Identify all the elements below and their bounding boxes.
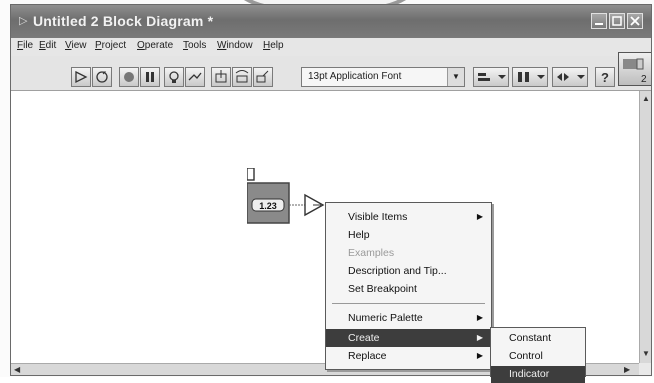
window-title: Untitled 2 Block Diagram * — [33, 13, 214, 29]
menu-separator — [332, 303, 485, 304]
submenu-arrow-icon: ▶ — [476, 333, 483, 342]
scroll-left-icon[interactable]: ◀ — [14, 365, 20, 374]
toolbar: 13pt Application Font ▼ ? — [11, 56, 651, 91]
reorder-icon[interactable] — [552, 67, 588, 87]
scroll-right-icon[interactable]: ▶ — [624, 365, 630, 374]
vi-icon[interactable]: 2 — [618, 52, 651, 86]
close-button[interactable] — [627, 13, 643, 29]
distribute-objects-icon[interactable] — [512, 67, 548, 87]
menu-item-label: Replace — [348, 350, 387, 362]
run-icon[interactable] — [71, 67, 91, 87]
submenu-item-label: Control — [509, 350, 543, 362]
chevron-down-icon: ▼ — [447, 68, 464, 86]
title-bar[interactable]: ▷ Untitled 2 Block Diagram * — [11, 5, 651, 38]
menu-item-help[interactable]: Help — [326, 226, 491, 244]
context-menu: Visible Items ▶ Help Examples Descriptio… — [325, 202, 492, 370]
font-selector-value: 13pt Application Font — [308, 71, 402, 82]
retain-wire-values-icon[interactable] — [185, 67, 205, 87]
menu-project[interactable]: Project — [95, 40, 126, 51]
menu-item-label: Create — [348, 332, 380, 344]
step-over-icon[interactable] — [232, 67, 252, 87]
menu-item-replace[interactable]: Replace ▶ — [326, 347, 491, 365]
highlight-execution-icon[interactable] — [164, 67, 184, 87]
menu-view[interactable]: View — [65, 40, 87, 51]
submenu-item-control[interactable]: Control — [491, 348, 585, 365]
menu-tools[interactable]: Tools — [183, 40, 206, 51]
pause-icon[interactable] — [140, 67, 160, 87]
menu-item-label: Help — [348, 229, 370, 241]
create-submenu: Constant Control Indicator — [490, 327, 586, 383]
menu-bar: File Edit View Project Operate Tools Win… — [11, 38, 651, 56]
menu-item-label: Description and Tip... — [348, 265, 447, 277]
vertical-scrollbar[interactable]: ▲ ▼ — [639, 91, 651, 363]
scroll-down-icon[interactable]: ▼ — [642, 349, 650, 358]
svg-text:?: ? — [601, 70, 609, 85]
scroll-up-icon[interactable]: ▲ — [642, 94, 650, 103]
menu-item-label: Set Breakpoint — [348, 283, 417, 295]
menu-item-numeric-palette[interactable]: Numeric Palette ▶ — [326, 309, 491, 327]
submenu-item-label: Indicator — [509, 368, 550, 380]
maximize-button[interactable] — [609, 13, 625, 29]
svg-text:2: 2 — [641, 74, 647, 85]
context-help-icon[interactable]: ? — [595, 67, 615, 87]
menu-help[interactable]: Help — [263, 40, 284, 51]
menu-item-set-breakpoint[interactable]: Set Breakpoint — [326, 280, 491, 298]
step-into-icon[interactable] — [211, 67, 231, 87]
submenu-item-constant[interactable]: Constant — [491, 330, 585, 347]
menu-item-label: Numeric Palette — [348, 312, 423, 324]
submenu-item-label: Constant — [509, 332, 552, 344]
menu-item-examples: Examples — [326, 244, 491, 262]
menu-edit[interactable]: Edit — [39, 40, 56, 51]
run-arrow-icon: ▷ — [19, 15, 28, 27]
step-out-icon[interactable] — [253, 67, 273, 87]
run-continuously-icon[interactable] — [92, 67, 112, 87]
submenu-arrow-icon: ▶ — [476, 351, 483, 360]
menu-operate[interactable]: Operate — [137, 40, 173, 51]
menu-item-visible-items[interactable]: Visible Items ▶ — [326, 208, 491, 226]
minimize-button[interactable] — [591, 13, 607, 29]
menu-item-label: Visible Items — [348, 211, 408, 223]
menu-file[interactable]: File — [17, 40, 33, 51]
align-objects-icon[interactable] — [473, 67, 509, 87]
abort-icon[interactable] — [119, 67, 139, 87]
small-terminal — [247, 168, 255, 181]
menu-window[interactable]: Window — [217, 40, 253, 51]
submenu-item-indicator[interactable]: Indicator — [491, 366, 585, 383]
numeric-node-label: 1.23 — [259, 201, 277, 211]
menu-item-create[interactable]: Create ▶ — [326, 329, 491, 347]
submenu-arrow-icon: ▶ — [476, 313, 483, 322]
menu-item-label: Examples — [348, 247, 395, 259]
menu-item-description-and-tip[interactable]: Description and Tip... — [326, 262, 491, 280]
submenu-arrow-icon: ▶ — [476, 212, 483, 221]
font-selector[interactable]: 13pt Application Font ▼ — [301, 67, 465, 87]
